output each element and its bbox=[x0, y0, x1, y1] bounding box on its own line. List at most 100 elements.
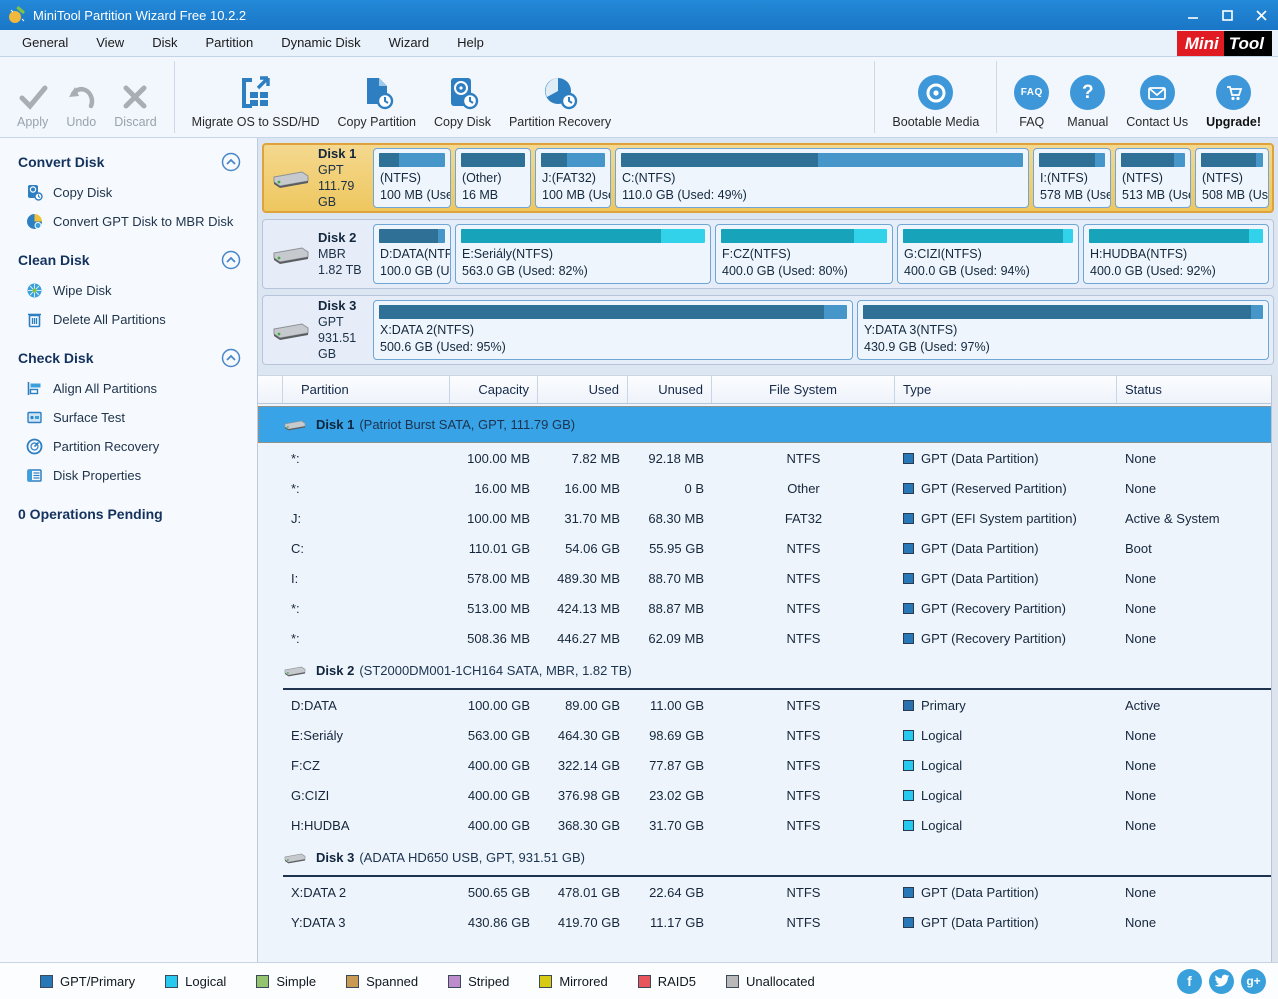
table-row[interactable]: Y:DATA 3430.86 GB419.70 GB11.17 GBNTFSGP… bbox=[258, 907, 1278, 937]
legend-raid5: RAID5 bbox=[638, 974, 696, 989]
sidebar-item-delete-all-partitions[interactable]: Delete All Partitions bbox=[18, 305, 257, 334]
column-header-status[interactable]: Status bbox=[1117, 376, 1278, 403]
contact-us-button[interactable]: Contact Us bbox=[1117, 75, 1197, 129]
close-button[interactable] bbox=[1244, 0, 1278, 30]
diskmap-disk-1[interactable]: Disk 1 GPT 111.79 GB (NTFS) 100 MB (Use bbox=[262, 143, 1274, 213]
table-row[interactable]: D:DATA100.00 GB89.00 GB11.00 GBNTFSPrima… bbox=[258, 690, 1278, 720]
column-header-file-system[interactable]: File System bbox=[712, 376, 895, 403]
menu-partition[interactable]: Partition bbox=[191, 30, 267, 56]
collapse-chevron-icon[interactable] bbox=[221, 152, 241, 172]
usage-bar bbox=[863, 305, 1263, 319]
cell-unused: 23.02 GB bbox=[628, 780, 712, 810]
column-header-type[interactable]: Type bbox=[895, 376, 1117, 403]
partition-block[interactable]: J:(FAT32) 100 MB (Use bbox=[535, 148, 611, 208]
twitter-icon[interactable] bbox=[1209, 969, 1234, 994]
table-row[interactable]: X:DATA 2500.65 GB478.01 GB22.64 GBNTFSGP… bbox=[258, 877, 1278, 907]
table-group-disk-2[interactable]: Disk 2 (ST2000DM001-1CH164 SATA, MBR, 1.… bbox=[283, 653, 1272, 690]
table-group-disk-3[interactable]: Disk 3 (ADATA HD650 USB, GPT, 931.51 GB) bbox=[283, 840, 1272, 877]
scrollbar[interactable] bbox=[1271, 375, 1278, 962]
diskmap-disk-2[interactable]: Disk 2 MBR 1.82 TB D:DATA(NTF 100.0 GB (… bbox=[262, 219, 1274, 289]
menu-dynamic-disk[interactable]: Dynamic Disk bbox=[267, 30, 374, 56]
menu-view[interactable]: View bbox=[82, 30, 138, 56]
cell-unused: 88.70 MB bbox=[628, 563, 712, 593]
partition-block[interactable]: (NTFS) 100 MB (Use bbox=[373, 148, 451, 208]
sidebar-item-surface-test[interactable]: Surface Test bbox=[18, 403, 257, 432]
table-row[interactable]: *:16.00 MB16.00 MB0 BOtherGPT (Reserved … bbox=[258, 473, 1278, 503]
table-row[interactable]: J:100.00 MB31.70 MB68.30 MBFAT32GPT (EFI… bbox=[258, 503, 1278, 533]
hdd-icon bbox=[271, 243, 311, 265]
table-row[interactable]: G:CIZI400.00 GB376.98 GB23.02 GBNTFSLogi… bbox=[258, 780, 1278, 810]
disk-3-info[interactable]: Disk 3 GPT 931.51 GB bbox=[267, 300, 369, 360]
undo-button[interactable]: Undo bbox=[57, 84, 105, 129]
partition-block[interactable]: (NTFS) 508 MB (Use bbox=[1195, 148, 1269, 208]
table-row[interactable]: E:Seriály563.00 GB464.30 GB98.69 GBNTFSL… bbox=[258, 720, 1278, 750]
diskmap-disk-3[interactable]: Disk 3 GPT 931.51 GB X:DATA 2(NTFS) 500.… bbox=[262, 295, 1274, 365]
partition-block[interactable]: C:(NTFS) 110.0 GB (Used: 49%) bbox=[615, 148, 1029, 208]
table-row[interactable]: *:100.00 MB7.82 MB92.18 MBNTFSGPT (Data … bbox=[258, 443, 1278, 473]
menu-disk[interactable]: Disk bbox=[138, 30, 191, 56]
migrate-os-button[interactable]: Migrate OS to SSD/HD bbox=[183, 76, 329, 129]
sidebar-item-align-all-partitions[interactable]: Align All Partitions bbox=[18, 374, 257, 403]
legend-color-square bbox=[40, 975, 53, 988]
cell-capacity: 110.01 GB bbox=[450, 533, 538, 563]
partition-block[interactable]: H:HUDBA(NTFS) 400.0 GB (Used: 92%) bbox=[1083, 224, 1269, 284]
table-row[interactable]: *:513.00 MB424.13 MB88.87 MBNTFSGPT (Rec… bbox=[258, 593, 1278, 623]
sidebar-item-copy-disk[interactable]: Copy Disk bbox=[18, 178, 257, 207]
column-header-unused[interactable]: Unused bbox=[628, 376, 712, 403]
collapse-chevron-icon[interactable] bbox=[221, 348, 241, 368]
table-row[interactable]: H:HUDBA400.00 GB368.30 GB31.70 GBNTFSLog… bbox=[258, 810, 1278, 840]
menu-wizard[interactable]: Wizard bbox=[375, 30, 443, 56]
sidebar-item-convert-gpt-to-mbr[interactable]: Convert GPT Disk to MBR Disk bbox=[18, 207, 257, 236]
partition-block[interactable]: G:CIZI(NTFS) 400.0 GB (Used: 94%) bbox=[897, 224, 1079, 284]
cell-type: GPT (EFI System partition) bbox=[895, 503, 1117, 533]
sidebar-item-partition-recovery[interactable]: Partition Recovery bbox=[18, 432, 257, 461]
app-window: MiniTool Partition Wizard Free 10.2.2 Ge… bbox=[0, 0, 1278, 999]
partition-block[interactable]: I:(NTFS) 578 MB (Use bbox=[1033, 148, 1111, 208]
manual-button[interactable]: ? Manual bbox=[1058, 75, 1117, 129]
cell-type: Logical bbox=[895, 720, 1117, 750]
table-row[interactable]: F:CZ400.00 GB322.14 GB77.87 GBNTFSLogica… bbox=[258, 750, 1278, 780]
partition-recovery-button[interactable]: Partition Recovery bbox=[500, 76, 620, 129]
upgrade-button[interactable]: Upgrade! bbox=[1197, 75, 1270, 129]
cell-unused: 68.30 MB bbox=[628, 503, 712, 533]
bootable-media-button[interactable]: Bootable Media bbox=[883, 75, 988, 129]
collapse-chevron-icon[interactable] bbox=[221, 250, 241, 270]
table-group-disk-1[interactable]: Disk 1 (Patriot Burst SATA, GPT, 111.79 … bbox=[258, 406, 1278, 443]
partition-block[interactable]: X:DATA 2(NTFS) 500.6 GB (Used: 95%) bbox=[373, 300, 853, 360]
cell-status: None bbox=[1117, 720, 1278, 750]
apply-button[interactable]: Apply bbox=[8, 84, 57, 129]
partition-label: (NTFS) bbox=[1122, 170, 1190, 187]
disk-2-info[interactable]: Disk 2 MBR 1.82 TB bbox=[267, 224, 369, 284]
menu-general[interactable]: General bbox=[8, 30, 82, 56]
usage-bar-used bbox=[379, 153, 399, 167]
column-header-capacity[interactable]: Capacity bbox=[450, 376, 538, 403]
column-header-used[interactable]: Used bbox=[538, 376, 628, 403]
sidebar: Convert Disk Copy Disk Convert GPT Disk … bbox=[0, 138, 258, 962]
sidebar-item-wipe-disk[interactable]: Wipe Disk bbox=[18, 276, 257, 305]
sidebar-item-disk-properties[interactable]: Disk Properties bbox=[18, 461, 257, 490]
operations-pending-label: 0 Operations Pending bbox=[18, 506, 257, 522]
table-row[interactable]: C:110.01 GB54.06 GB55.95 GBNTFSGPT (Data… bbox=[258, 533, 1278, 563]
legend-color-square bbox=[638, 975, 651, 988]
copy-disk-button[interactable]: Copy Disk bbox=[425, 76, 500, 129]
partition-block[interactable]: Y:DATA 3(NTFS) 430.9 GB (Used: 97%) bbox=[857, 300, 1269, 360]
partition-block[interactable]: D:DATA(NTF 100.0 GB (U bbox=[373, 224, 451, 284]
maximize-button[interactable] bbox=[1210, 0, 1244, 30]
table-row[interactable]: *:508.36 MB446.27 MB62.09 MBNTFSGPT (Rec… bbox=[258, 623, 1278, 653]
google-plus-icon[interactable]: g+ bbox=[1241, 969, 1266, 994]
cell-partition: *: bbox=[283, 443, 450, 473]
disk-1-info[interactable]: Disk 1 GPT 111.79 GB bbox=[267, 148, 369, 208]
copy-partition-button[interactable]: Copy Partition bbox=[328, 76, 425, 129]
menu-help[interactable]: Help bbox=[443, 30, 498, 56]
table-header: Partition Capacity Used Unused File Syst… bbox=[258, 375, 1278, 404]
partition-block[interactable]: E:Seriály(NTFS) 563.0 GB (Used: 82%) bbox=[455, 224, 711, 284]
discard-button[interactable]: Discard bbox=[105, 84, 165, 129]
partition-block[interactable]: F:CZ(NTFS) 400.0 GB (Used: 80%) bbox=[715, 224, 893, 284]
table-row[interactable]: I:578.00 MB489.30 MB88.70 MBNTFSGPT (Dat… bbox=[258, 563, 1278, 593]
facebook-icon[interactable]: f bbox=[1177, 969, 1202, 994]
partition-block[interactable]: (NTFS) 513 MB (Use bbox=[1115, 148, 1191, 208]
partition-block[interactable]: (Other) 16 MB bbox=[455, 148, 531, 208]
minimize-button[interactable] bbox=[1176, 0, 1210, 30]
column-header-partition[interactable]: Partition bbox=[283, 376, 450, 403]
faq-button[interactable]: FAQ FAQ bbox=[1005, 75, 1058, 129]
